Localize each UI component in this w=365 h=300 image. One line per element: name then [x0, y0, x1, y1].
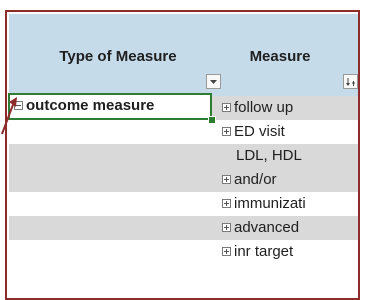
table-row: immunizati [9, 192, 358, 216]
expand-plus-icon[interactable] [222, 247, 231, 256]
measure-cell[interactable]: ED visit [222, 120, 358, 144]
measure-cell[interactable]: and/or [222, 168, 358, 192]
measure-cell[interactable]: LDL, HDL [222, 144, 365, 168]
column-header-measure[interactable]: Measure [225, 48, 335, 65]
selected-type-cell[interactable]: outcome measure [8, 93, 212, 120]
measure-cell[interactable]: inr target [222, 240, 358, 264]
measure-cell[interactable]: advanced [222, 216, 358, 240]
pivot-header-row: Type of Measure Measure [9, 14, 358, 96]
expand-plus-icon[interactable] [222, 199, 231, 208]
pointer-arrow-icon [1, 97, 17, 135]
table-row: LDL, HDL [9, 144, 358, 168]
table-row: inr target [9, 240, 358, 264]
expand-plus-icon[interactable] [222, 127, 231, 136]
expand-plus-icon[interactable] [222, 223, 231, 232]
pivot-table-frame: Type of Measure Measure follow up ED vis… [5, 10, 360, 300]
column-header-type-of-measure[interactable]: Type of Measure [33, 48, 203, 65]
expand-plus-icon[interactable] [222, 175, 231, 184]
table-row: and/or [9, 168, 358, 192]
table-row: ED visit [9, 120, 358, 144]
measure-cell[interactable]: immunizati [222, 192, 358, 216]
filter-dropdown-icon[interactable] [206, 74, 221, 89]
fill-handle[interactable] [208, 116, 216, 124]
measure-cell[interactable]: follow up [222, 96, 358, 120]
sort-filter-icon[interactable] [343, 74, 358, 89]
table-row: advanced [9, 216, 358, 240]
expand-plus-icon[interactable] [222, 103, 231, 112]
